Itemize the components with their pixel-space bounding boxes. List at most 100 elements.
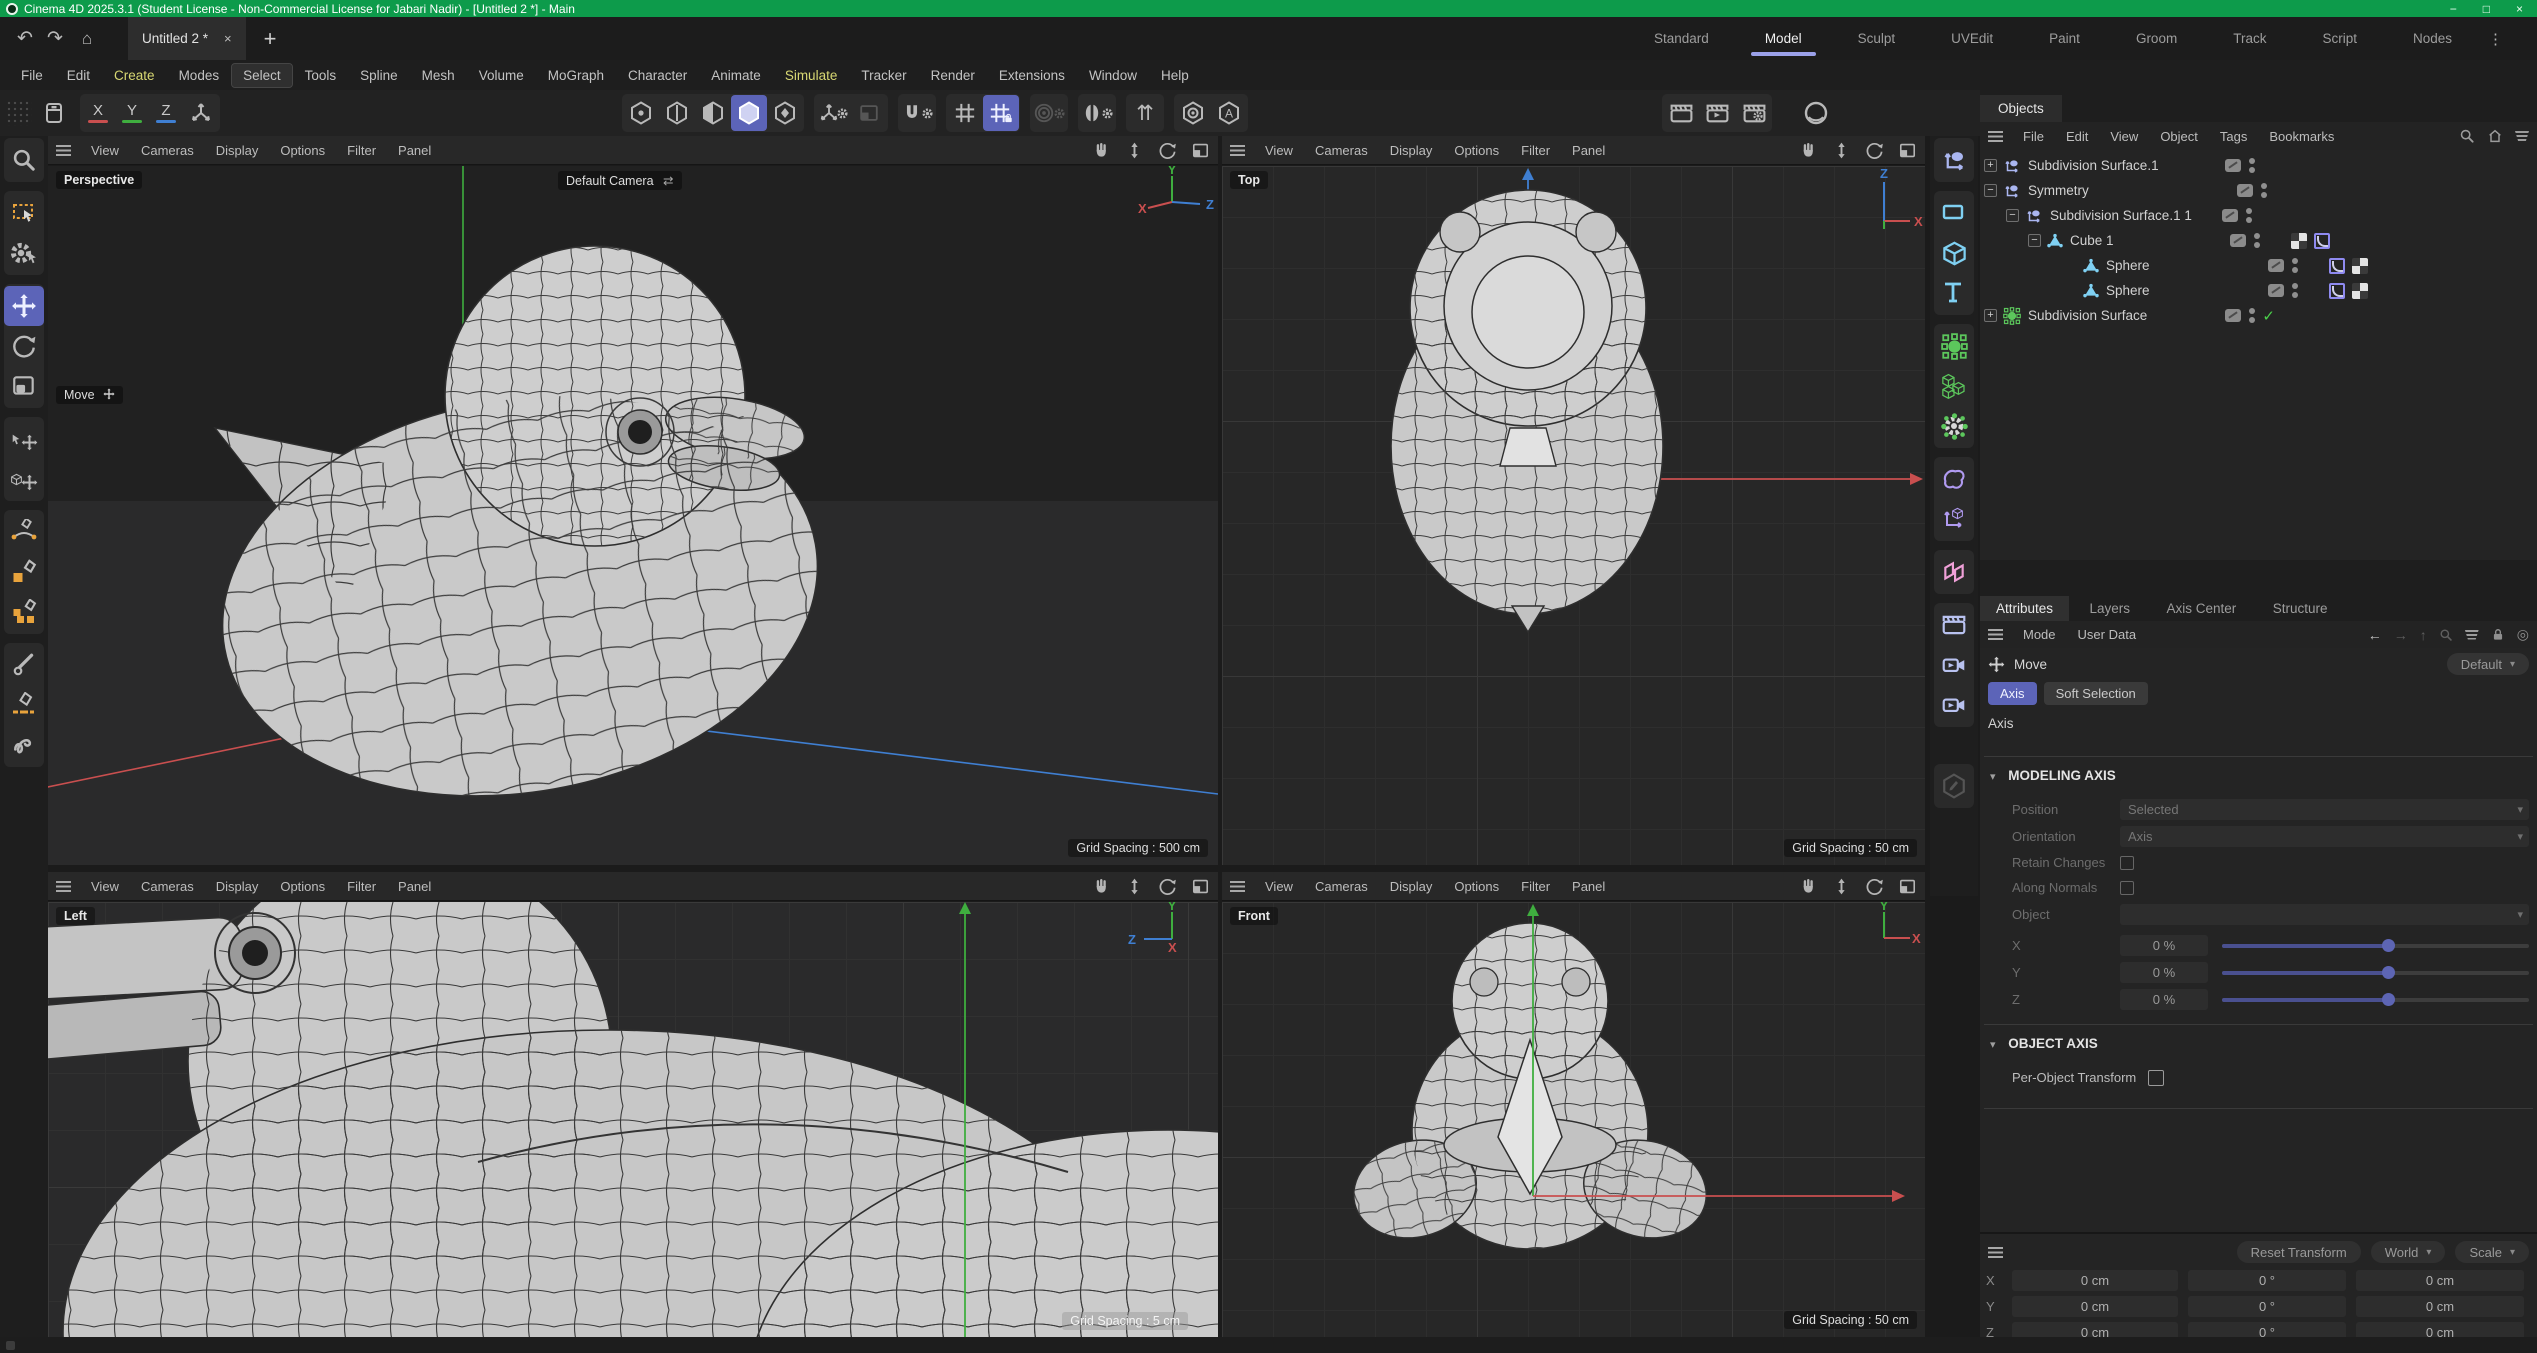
rotate-view-icon[interactable] [1865, 141, 1884, 160]
viewport-perspective[interactable]: Y X Z Perspective Default Camera ⇄ Move … [48, 166, 1218, 865]
attributes-menu-mode[interactable]: Mode [2013, 624, 2066, 645]
polygon-pen-icon[interactable] [4, 552, 44, 592]
target-icon[interactable]: ◎ [2517, 626, 2529, 643]
object-name[interactable]: Subdivision Surface.1 1 [2050, 208, 2192, 223]
search-icon[interactable] [2439, 628, 2453, 642]
history-forward-icon[interactable]: → [2394, 627, 2408, 643]
spline-sketch-icon[interactable] [4, 725, 44, 765]
viewport-menu-view[interactable]: View [81, 140, 129, 161]
tab-attributes[interactable]: Attributes [1980, 596, 2069, 621]
position-x-field[interactable]: 0 cm [2012, 1270, 2178, 1291]
maximize-view-icon[interactable] [1191, 877, 1210, 896]
duck-model-top[interactable] [1391, 190, 1663, 632]
viewport-menu-filter[interactable]: Filter [337, 140, 386, 161]
texture-tag-icon[interactable] [2352, 258, 2368, 274]
home-icon[interactable] [2487, 128, 2503, 144]
volume-builder-icon[interactable] [1934, 366, 1974, 406]
polygons-mode-icon[interactable] [695, 95, 731, 131]
history-back-icon[interactable]: ← [2368, 627, 2382, 643]
stage-camera-icon[interactable] [1934, 685, 1974, 725]
viewport-menu-display[interactable]: Display [1380, 876, 1443, 897]
viewport-menu-options[interactable]: Options [1444, 876, 1509, 897]
pan-view-icon[interactable] [1799, 877, 1818, 896]
render-settings-icon[interactable] [1735, 95, 1771, 131]
coordinate-space-dropdown[interactable]: World ▾ [2371, 1241, 2446, 1263]
duck-model-left[interactable] [48, 902, 1218, 1337]
maximize-button[interactable]: □ [2483, 3, 2490, 15]
camera-swap-icon[interactable]: ⇄ [663, 174, 673, 188]
viewport-menu-icon[interactable] [56, 881, 71, 892]
maximize-view-icon[interactable] [1898, 877, 1917, 896]
viewport-zoom-tool-icon[interactable] [4, 140, 44, 180]
menu-mograph[interactable]: MoGraph [537, 64, 615, 87]
render-queue-icon[interactable] [1934, 605, 1974, 645]
viewport-menu-display[interactable]: Display [206, 876, 269, 897]
dolly-view-icon[interactable] [1125, 877, 1144, 896]
layout-tab-uvedit[interactable]: UVEdit [1923, 17, 2021, 60]
null-object-icon[interactable] [1934, 140, 1974, 180]
falloff-icon[interactable] [1031, 95, 1067, 131]
layer-chip[interactable] [2222, 209, 2238, 222]
expand-toggle[interactable]: − [1984, 184, 1997, 197]
enable-axis-icon[interactable] [815, 95, 851, 131]
menu-extensions[interactable]: Extensions [988, 64, 1076, 87]
enabled-check-icon[interactable]: ✓ [2262, 307, 2275, 325]
layout-tab-paint[interactable]: Paint [2021, 17, 2108, 60]
menu-modes[interactable]: Modes [168, 64, 231, 87]
filter-icon[interactable] [2465, 630, 2479, 640]
x-percent-slider[interactable] [2222, 944, 2529, 948]
objects-menu-view[interactable]: View [2100, 126, 2148, 147]
orientation-dropdown[interactable]: Axis ▾ [2120, 826, 2529, 847]
viewport-menu-panel[interactable]: Panel [1562, 140, 1615, 161]
expand-toggle[interactable]: − [2006, 209, 2019, 222]
line-cut-icon[interactable] [4, 685, 44, 725]
menu-select[interactable]: Select [232, 64, 292, 87]
position-y-field[interactable]: 0 cm [2012, 1296, 2178, 1317]
z-percent-slider[interactable] [2222, 998, 2529, 1002]
symmetry-icon[interactable] [1079, 95, 1115, 131]
align-normals-icon[interactable]: ⇈ [1127, 95, 1163, 131]
maximize-view-icon[interactable] [1898, 141, 1917, 160]
layout-tab-sculpt[interactable]: Sculpt [1830, 17, 1924, 60]
reset-transform-button[interactable]: Reset Transform [2237, 1241, 2361, 1263]
layer-chip[interactable] [2225, 309, 2241, 322]
object-row[interactable]: + Subdivision Surface ✓ [1984, 303, 2537, 328]
menu-volume[interactable]: Volume [468, 64, 535, 87]
menu-spline[interactable]: Spline [349, 64, 409, 87]
x-percent-field[interactable]: 0 % [2120, 935, 2208, 956]
panel-menu-icon[interactable] [1988, 131, 2003, 142]
edges-mode-icon[interactable] [659, 95, 695, 131]
texture-tag-icon[interactable] [2291, 233, 2307, 249]
visibility-dots[interactable] [2292, 283, 2299, 298]
transform-mode-dropdown[interactable]: Scale ▾ [2455, 1241, 2529, 1263]
home-icon[interactable]: ⌂ [70, 29, 104, 49]
points-mode-icon[interactable] [623, 95, 659, 131]
visibility-dots[interactable] [2249, 158, 2256, 173]
texture-tag-icon[interactable] [2352, 283, 2368, 299]
objects-menu-file[interactable]: File [2013, 126, 2054, 147]
volume-pen-icon[interactable] [4, 592, 44, 632]
phong-tag-icon[interactable] [2329, 283, 2345, 299]
viewport-front[interactable]: Y X Front Grid Spacing : 50 cm [1222, 902, 1925, 1337]
phong-tag-icon[interactable] [2314, 233, 2330, 249]
pan-view-icon[interactable] [1092, 877, 1111, 896]
objects-menu-tags[interactable]: Tags [2210, 126, 2257, 147]
instance-object-icon[interactable] [1934, 499, 1974, 539]
preset-dropdown[interactable]: Default ▾ [2447, 653, 2529, 675]
spline-pen-icon[interactable] [4, 512, 44, 552]
object-row[interactable]: − Subdivision Surface.1 1 [1984, 203, 2537, 228]
enable-grid-icon[interactable] [947, 95, 983, 131]
layer-chip[interactable] [2230, 234, 2246, 247]
minimize-button[interactable]: − [2450, 3, 2457, 15]
viewport-menu-filter[interactable]: Filter [1511, 876, 1560, 897]
pan-view-icon[interactable] [1799, 141, 1818, 160]
lock-x-axis-button[interactable]: X [81, 95, 115, 131]
object-name[interactable]: Symmetry [2028, 183, 2089, 198]
visibility-dots[interactable] [2246, 208, 2253, 223]
generator-settings-icon[interactable] [1934, 406, 1974, 446]
soft-selection-button[interactable]: Soft Selection [2044, 682, 2148, 705]
objects-menu-edit[interactable]: Edit [2056, 126, 2098, 147]
object-name[interactable]: Sphere [2106, 258, 2150, 273]
object-row[interactable]: − Cube 1 [1984, 228, 2537, 253]
snap-icon[interactable] [899, 95, 935, 131]
